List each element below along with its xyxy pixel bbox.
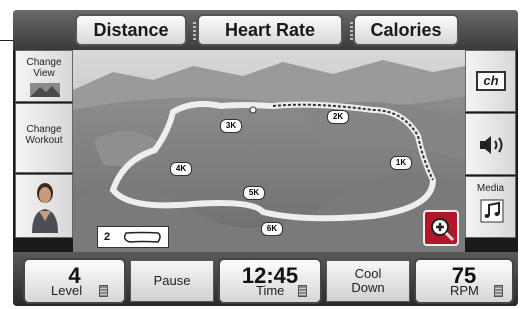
calculator-icon (298, 285, 307, 297)
channel-button[interactable]: ch (465, 50, 516, 112)
trainer-avatar-icon (32, 183, 58, 233)
console-frame: Distance Heart Rate Calories Change View… (13, 10, 518, 306)
channel-icon: ch (476, 71, 506, 91)
change-view-button[interactable]: Change View (15, 50, 73, 102)
grip-divider (193, 22, 196, 40)
volume-button[interactable] (465, 113, 516, 175)
route-marker-5k: 5K (243, 186, 265, 200)
route-marker-4k: 4K (170, 162, 192, 176)
time-display[interactable]: 12:45 Time (218, 258, 322, 304)
zoom-in-icon (431, 218, 455, 242)
level-label: Level (51, 283, 83, 298)
pause-label: Pause (153, 273, 191, 288)
lap-count: 2 (104, 231, 111, 243)
change-workout-button[interactable]: Change Workout (15, 103, 73, 173)
media-label: Media (476, 183, 505, 194)
media-button[interactable]: Media (465, 176, 516, 238)
course-map[interactable]: 1K 2K 3K 4K 5K 6K 2 (73, 50, 465, 252)
rpm-display[interactable]: 75 RPM (414, 258, 514, 304)
zoom-button[interactable] (423, 210, 459, 246)
trainer-avatar-button[interactable] (15, 174, 73, 238)
route-marker-6k: 6K (261, 222, 283, 236)
music-note-icon (480, 199, 504, 223)
tab-heart-rate[interactable]: Heart Rate (197, 14, 343, 46)
route-marker-3k: 3K (220, 119, 242, 133)
change-workout-label: Change Workout (25, 124, 63, 146)
callout-leader-line (0, 40, 13, 41)
calculator-icon (494, 285, 503, 297)
tab-calories-label: Calories (370, 19, 442, 40)
tab-distance-label: Distance (93, 19, 169, 40)
mini-route-icon (123, 231, 161, 243)
mountain-view-icon (30, 83, 60, 97)
level-display[interactable]: 4 Level (23, 258, 126, 304)
route-marker-1k: 1K (390, 156, 412, 170)
cool-down-button[interactable]: Cool Down (326, 260, 410, 302)
tab-heart-rate-label: Heart Rate (224, 19, 316, 40)
tab-calories[interactable]: Calories (353, 14, 459, 46)
calculator-icon (99, 285, 108, 297)
tab-distance[interactable]: Distance (75, 14, 187, 46)
pause-button[interactable]: Pause (130, 260, 214, 302)
time-label: Time (256, 283, 285, 298)
rpm-label: RPM (450, 283, 479, 298)
cool-down-label: Cool Down (351, 266, 385, 295)
lap-counter: 2 (97, 226, 169, 248)
change-view-label: Change View (26, 57, 62, 79)
speaker-icon (480, 136, 503, 154)
route-marker-2k: 2K (327, 110, 349, 124)
